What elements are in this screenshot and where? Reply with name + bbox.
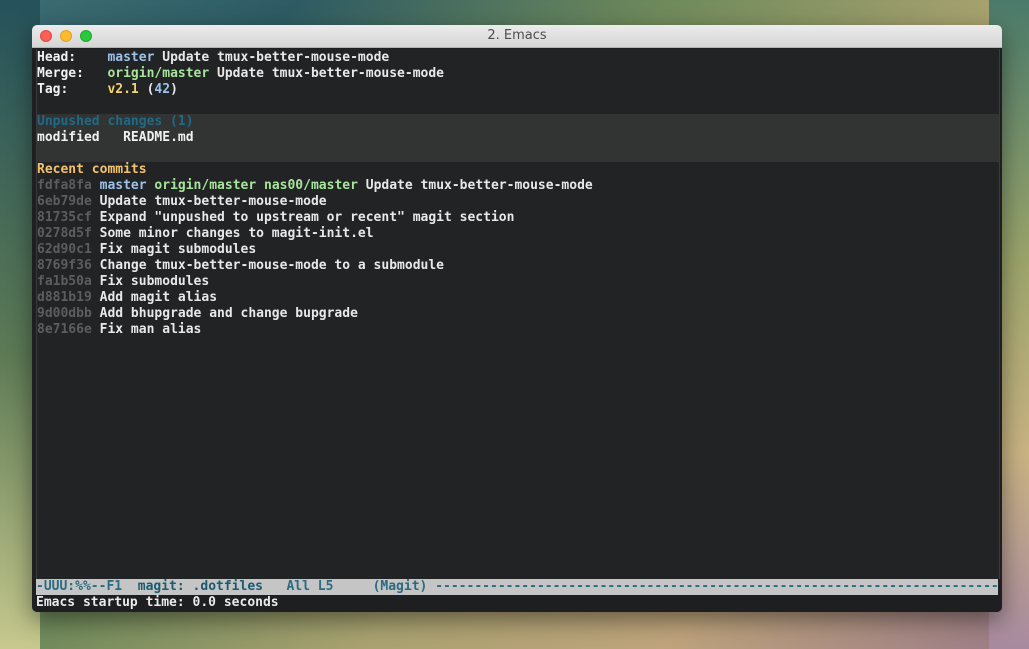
- tag-count-close: ): [170, 82, 178, 97]
- commit-hash: 81735cf: [37, 210, 92, 225]
- tag-name[interactable]: v2.1: [107, 82, 138, 97]
- commit-message: Fix submodules: [99, 274, 210, 289]
- head-message: Update tmux-better-mouse-mode: [162, 50, 390, 65]
- head-branch[interactable]: master: [107, 50, 154, 65]
- commit-message: Update tmux-better-mouse-mode: [99, 194, 327, 209]
- commit-row[interactable]: 81735cf Expand "unpushed to upstream or …: [37, 210, 514, 226]
- tag-label: Tag:: [37, 82, 69, 97]
- commit-row[interactable]: fdfa8fa master origin/master nas00/maste…: [37, 178, 593, 194]
- commit-ref[interactable]: origin/master: [154, 178, 256, 193]
- minibuffer[interactable]: Emacs startup time: 0.0 seconds: [36, 595, 998, 612]
- commit-row[interactable]: 0278d5f Some minor changes to magit-init…: [37, 226, 374, 242]
- commit-row[interactable]: 8769f36 Change tmux-better-mouse-mode to…: [37, 258, 444, 274]
- modeline-fill: ----------------------------------------…: [435, 579, 998, 594]
- file-name[interactable]: README.md: [123, 130, 193, 145]
- commit-message: Update tmux-better-mouse-mode: [365, 178, 593, 193]
- commit-message: Add bhupgrade and change bupgrade: [99, 306, 358, 321]
- commit-message: Some minor changes to magit-init.el: [99, 226, 374, 241]
- commit-row[interactable]: 9d00dbb Add bhupgrade and change bupgrad…: [37, 306, 358, 322]
- tag-count: 42: [154, 82, 171, 97]
- commit-hash: fdfa8fa: [37, 178, 92, 193]
- merge-line[interactable]: Merge: origin/master Update tmux-better-…: [37, 66, 444, 82]
- commit-hash: 62d90c1: [37, 242, 92, 257]
- modeline-major-mode[interactable]: (Magit): [373, 579, 428, 594]
- unpushed-section-heading[interactable]: Unpushed changes (1): [37, 114, 194, 130]
- merge-label: Merge:: [37, 66, 84, 81]
- modeline-buffer-name[interactable]: magit: .dotfiles: [138, 579, 263, 594]
- recent-commits-heading[interactable]: Recent commits: [37, 162, 147, 178]
- commit-ref[interactable]: nas00/master: [264, 178, 358, 193]
- commit-row[interactable]: d881b19 Add magit alias: [37, 290, 217, 306]
- window-title: 2. Emacs: [487, 28, 547, 43]
- commit-hash: 8769f36: [37, 258, 92, 273]
- commit-message: Fix man alias: [99, 322, 202, 337]
- commit-ref[interactable]: master: [100, 178, 147, 193]
- commit-row[interactable]: 62d90c1 Fix magit submodules: [37, 242, 256, 258]
- commit-row[interactable]: 6eb79de Update tmux-better-mouse-mode: [37, 194, 327, 210]
- mode-line[interactable]: -UUU:%%--F1 magit: .dotfiles All L5 (Mag…: [36, 579, 998, 595]
- commit-hash: 8e7166e: [37, 322, 92, 337]
- file-status: modified: [37, 130, 100, 145]
- commit-message: Expand "unpushed to upstream or recent" …: [99, 210, 515, 225]
- merge-message: Update tmux-better-mouse-mode: [217, 66, 445, 81]
- modeline-position: All L5: [286, 579, 334, 594]
- head-line[interactable]: Head: master Update tmux-better-mouse-mo…: [37, 50, 389, 66]
- commit-hash: 0278d5f: [37, 226, 92, 241]
- commit-hash: 9d00dbb: [37, 306, 92, 321]
- commit-message: Add magit alias: [99, 290, 218, 305]
- tag-line[interactable]: Tag: v2.1 (42): [37, 82, 178, 98]
- magit-status-buffer[interactable]: Head: master Update tmux-better-mouse-mo…: [36, 49, 1000, 579]
- commit-hash: d881b19: [37, 290, 92, 305]
- emacs-window: 2. Emacs Head: master Update tmux-better…: [32, 25, 1002, 612]
- commit-row[interactable]: fa1b50a Fix submodules: [37, 274, 209, 290]
- unpushed-file-line[interactable]: modified README.md: [37, 130, 194, 146]
- head-label: Head:: [37, 50, 77, 65]
- commit-message: Fix magit submodules: [99, 242, 257, 257]
- merge-branch[interactable]: origin/master: [107, 66, 209, 81]
- commit-message: Change tmux-better-mouse-mode to a submo…: [99, 258, 444, 273]
- title-bar[interactable]: 2. Emacs: [32, 25, 1002, 48]
- commit-hash: 6eb79de: [37, 194, 92, 209]
- commit-row[interactable]: 8e7166e Fix man alias: [37, 322, 201, 338]
- modeline-status: -UUU:%%--F1: [36, 579, 123, 594]
- commit-hash: fa1b50a: [37, 274, 92, 289]
